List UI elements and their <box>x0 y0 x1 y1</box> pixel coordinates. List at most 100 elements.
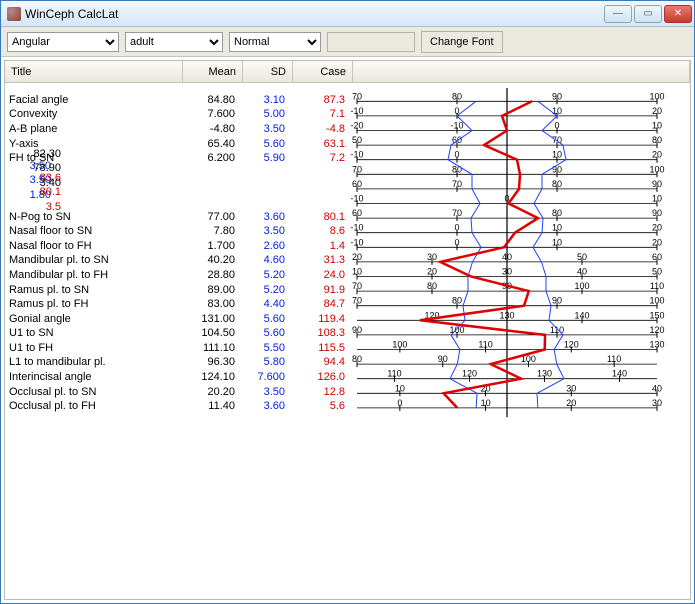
svg-text:60: 60 <box>352 179 362 189</box>
svg-text:140: 140 <box>612 369 627 379</box>
svg-text:90: 90 <box>552 91 562 101</box>
svg-text:20: 20 <box>427 267 437 277</box>
toolbar-spacer <box>327 32 415 52</box>
svg-text:30: 30 <box>652 398 662 408</box>
svg-text:100: 100 <box>574 281 589 291</box>
header-graph <box>353 61 690 82</box>
svg-text:10: 10 <box>552 237 562 247</box>
svg-text:80: 80 <box>452 296 462 306</box>
svg-text:130: 130 <box>537 369 552 379</box>
svg-text:10: 10 <box>552 106 562 116</box>
svg-text:50: 50 <box>352 135 362 145</box>
svg-text:10: 10 <box>552 150 562 160</box>
svg-text:80: 80 <box>452 164 462 174</box>
svg-text:-10: -10 <box>450 121 463 131</box>
svg-text:-10: -10 <box>350 237 363 247</box>
svg-text:-10: -10 <box>350 194 363 204</box>
svg-text:20: 20 <box>652 106 662 116</box>
svg-text:0: 0 <box>454 150 459 160</box>
svg-text:20: 20 <box>566 398 576 408</box>
svg-text:60: 60 <box>652 252 662 262</box>
svg-text:70: 70 <box>352 281 362 291</box>
svg-text:110: 110 <box>387 369 401 379</box>
svg-text:80: 80 <box>427 281 437 291</box>
svg-text:90: 90 <box>552 164 562 174</box>
svg-text:10: 10 <box>481 398 491 408</box>
toolbar: Angular adult Normal Change Font <box>1 27 694 57</box>
svg-text:110: 110 <box>478 340 492 350</box>
svg-text:100: 100 <box>649 296 664 306</box>
svg-text:80: 80 <box>452 91 462 101</box>
svg-text:30: 30 <box>427 252 437 262</box>
svg-text:90: 90 <box>352 325 362 335</box>
svg-text:50: 50 <box>652 267 662 277</box>
svg-text:60: 60 <box>352 208 362 218</box>
app-window: WinCeph CalcLat — ▭ ✕ Angular adult Norm… <box>0 0 695 604</box>
svg-text:80: 80 <box>652 135 662 145</box>
svg-text:10: 10 <box>652 121 662 131</box>
svg-text:10: 10 <box>652 194 662 204</box>
svg-text:100: 100 <box>392 340 407 350</box>
svg-text:130: 130 <box>649 340 664 350</box>
svg-text:110: 110 <box>607 354 621 364</box>
svg-text:20: 20 <box>352 252 362 262</box>
svg-text:20: 20 <box>652 223 662 233</box>
svg-text:90: 90 <box>652 179 662 189</box>
svg-text:40: 40 <box>577 267 587 277</box>
svg-text:100: 100 <box>649 91 664 101</box>
svg-text:0: 0 <box>454 237 459 247</box>
svg-text:130: 130 <box>499 310 514 320</box>
header-mean[interactable]: Mean <box>183 61 243 82</box>
svg-text:20: 20 <box>652 150 662 160</box>
svg-text:80: 80 <box>552 208 562 218</box>
maximize-button[interactable]: ▭ <box>634 5 662 23</box>
svg-text:40: 40 <box>502 252 512 262</box>
svg-text:40: 40 <box>652 383 662 393</box>
age-select[interactable]: adult <box>125 32 223 52</box>
svg-text:30: 30 <box>566 383 576 393</box>
change-font-button[interactable]: Change Font <box>421 31 503 53</box>
svg-text:-10: -10 <box>350 106 363 116</box>
svg-text:90: 90 <box>438 354 448 364</box>
svg-text:80: 80 <box>352 354 362 364</box>
header-title[interactable]: Title <box>5 61 183 82</box>
titlebar: WinCeph CalcLat — ▭ ✕ <box>1 1 694 27</box>
svg-text:20: 20 <box>652 237 662 247</box>
header-case[interactable]: Case <box>293 61 353 82</box>
svg-text:70: 70 <box>352 164 362 174</box>
close-button[interactable]: ✕ <box>664 5 692 23</box>
graph-overlay: 708090100-1001020-20-1001050607080-10010… <box>5 83 667 419</box>
svg-text:100: 100 <box>649 164 664 174</box>
svg-text:80: 80 <box>552 179 562 189</box>
svg-text:-20: -20 <box>350 121 363 131</box>
svg-text:90: 90 <box>652 208 662 218</box>
table-header: Title Mean SD Case <box>5 61 690 83</box>
svg-text:-10: -10 <box>350 223 363 233</box>
svg-text:0: 0 <box>397 398 402 408</box>
svg-text:70: 70 <box>352 296 362 306</box>
category-select[interactable]: Angular <box>7 32 119 52</box>
content-area: Title Mean SD Case Facial angle 84.80 3.… <box>4 60 691 600</box>
header-sd[interactable]: SD <box>243 61 293 82</box>
svg-text:10: 10 <box>352 267 362 277</box>
svg-text:0: 0 <box>554 121 559 131</box>
svg-text:10: 10 <box>395 383 405 393</box>
svg-text:90: 90 <box>552 296 562 306</box>
minimize-button[interactable]: — <box>604 5 632 23</box>
app-icon <box>7 7 21 21</box>
svg-text:120: 120 <box>462 369 477 379</box>
svg-text:-10: -10 <box>350 150 363 160</box>
svg-text:30: 30 <box>502 267 512 277</box>
svg-text:140: 140 <box>574 310 589 320</box>
svg-text:10: 10 <box>552 223 562 233</box>
norm-select[interactable]: Normal <box>229 32 321 52</box>
svg-text:50: 50 <box>577 252 587 262</box>
svg-text:0: 0 <box>454 223 459 233</box>
svg-text:150: 150 <box>649 310 664 320</box>
svg-text:70: 70 <box>352 91 362 101</box>
svg-text:120: 120 <box>564 340 579 350</box>
svg-text:70: 70 <box>452 179 462 189</box>
window-title: WinCeph CalcLat <box>25 7 118 21</box>
svg-text:120: 120 <box>649 325 664 335</box>
svg-text:110: 110 <box>650 281 664 291</box>
